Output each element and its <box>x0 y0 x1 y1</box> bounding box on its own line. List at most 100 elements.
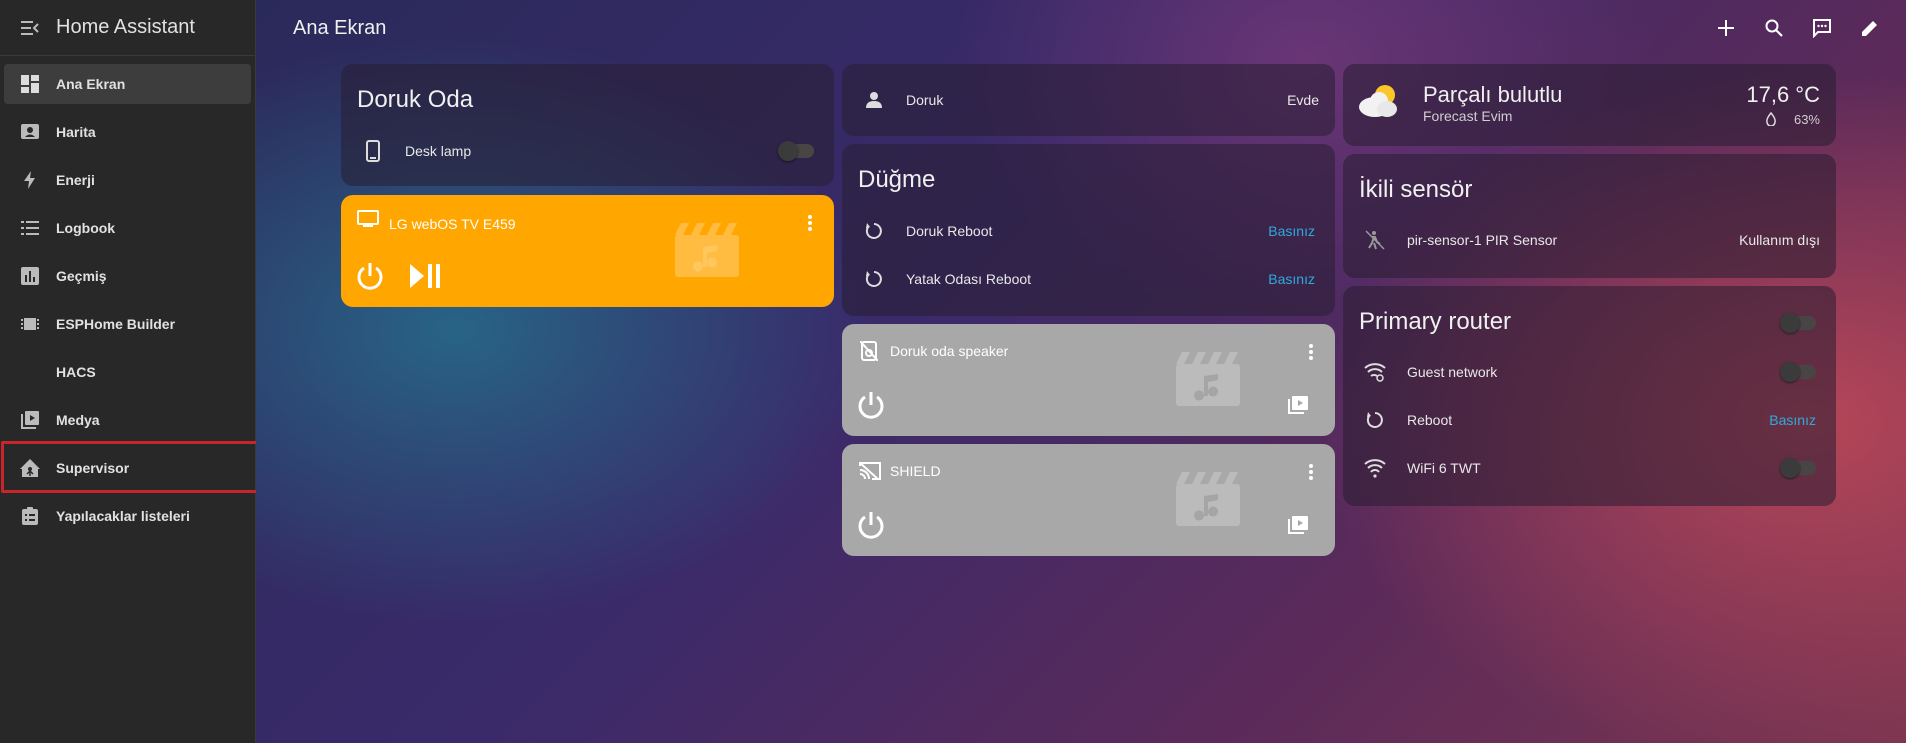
media-name: Doruk oda speaker <box>890 343 1009 359</box>
assist-icon[interactable] <box>1810 16 1834 40</box>
person-row[interactable]: Doruk Evde <box>842 80 1335 120</box>
sidebar-item-label: Enerji <box>56 172 95 188</box>
entity-row[interactable]: Desk lamp <box>341 131 834 171</box>
sensor-state: Kullanım dışı <box>1739 232 1820 248</box>
chart-icon <box>18 264 42 288</box>
card-doruk-oda: Doruk Oda Desk lamp <box>341 64 834 186</box>
wifi6-twt-toggle[interactable] <box>1780 458 1816 478</box>
router-row[interactable]: WiFi 6 TWT <box>1343 448 1836 488</box>
card-title: Primary router <box>1359 308 1512 335</box>
card-binary-sensor: İkili sensör pir-sensor-1 PIR Sensor Kul… <box>1343 154 1836 278</box>
card-dugme: Düğme Doruk Reboot Basınız Yatak Odası R… <box>842 144 1335 316</box>
more-icon[interactable] <box>1306 462 1316 482</box>
router-header-toggle[interactable] <box>1780 313 1816 333</box>
clipboard-list-icon <box>18 504 42 528</box>
add-icon[interactable] <box>1714 16 1738 40</box>
card-router: Primary router Guest network Reboot Bası… <box>1343 286 1836 506</box>
card-person: Doruk Evde <box>842 64 1335 136</box>
press-button[interactable]: Basınız <box>1268 223 1315 239</box>
sidebar-item-label: Medya <box>56 412 100 428</box>
main-area: Ana Ekran Doruk Oda Desk lamp LG webOS T… <box>256 0 1906 743</box>
person-name: Doruk <box>906 92 944 108</box>
button-label: Yatak Odası Reboot <box>906 271 1032 287</box>
more-icon[interactable] <box>1306 342 1316 362</box>
button-row: Yatak Odası Reboot Basınız <box>842 259 1335 299</box>
menu-icon[interactable] <box>20 18 40 38</box>
desk-lamp-toggle[interactable] <box>778 141 814 161</box>
humidity-icon <box>1766 111 1776 131</box>
browse-media-icon[interactable] <box>1286 514 1310 536</box>
cellphone-icon <box>361 139 385 163</box>
press-button[interactable]: Basınız <box>1769 412 1816 428</box>
sidebar-item-ana-ekran[interactable]: Ana Ekran <box>4 64 251 104</box>
speaker-off-icon <box>858 340 880 362</box>
media-name: LG webOS TV E459 <box>389 216 516 232</box>
media-artwork-icon <box>1176 472 1240 526</box>
button-row: Doruk Reboot Basınız <box>842 211 1335 251</box>
sidebar-item-medya[interactable]: Medya <box>4 400 251 440</box>
router-row[interactable]: Guest network <box>1343 352 1836 392</box>
top-actions <box>1714 0 1906 56</box>
router-row-label: Reboot <box>1407 412 1453 428</box>
play-pause-icon[interactable] <box>409 262 443 290</box>
dashboard-icon <box>18 72 42 96</box>
sidebar-item-label: Geçmiş <box>56 268 107 284</box>
wifi-icon <box>1363 456 1387 480</box>
app-title: Home Assistant <box>56 16 195 38</box>
press-button[interactable]: Basınız <box>1268 271 1315 287</box>
motion-sensor-off-icon <box>1363 228 1387 252</box>
sidebar-item-label: ESPHome Builder <box>56 316 176 332</box>
edit-icon[interactable] <box>1858 16 1882 40</box>
hacs-icon <box>18 360 42 384</box>
restart-icon <box>1363 408 1387 432</box>
cast-off-icon <box>858 460 882 482</box>
page-title: Ana Ekran <box>293 16 387 39</box>
entity-name: Desk lamp <box>405 143 472 159</box>
sidebar: Home Assistant Ana Ekran Harita Enerji L… <box>0 0 256 743</box>
card-title: Düğme <box>858 166 936 193</box>
media-artwork-icon <box>675 223 739 277</box>
sidebar-header: Home Assistant <box>0 0 255 56</box>
guest-network-toggle[interactable] <box>1780 362 1816 382</box>
chip-icon <box>18 312 42 336</box>
router-row-label: Guest network <box>1407 364 1498 380</box>
map-icon <box>18 120 42 144</box>
partly-cloudy-icon <box>1357 80 1401 120</box>
card-speaker: Doruk oda speaker <box>842 324 1335 436</box>
restart-icon <box>862 267 886 291</box>
sidebar-item-harita[interactable]: Harita <box>4 112 251 152</box>
card-lg-tv: LG webOS TV E459 <box>341 195 834 307</box>
sensor-row[interactable]: pir-sensor-1 PIR Sensor Kullanım dışı <box>1343 220 1836 260</box>
power-icon[interactable] <box>856 510 886 540</box>
weather-temperature: 17,6 °C <box>1746 82 1820 107</box>
lightning-icon <box>18 168 42 192</box>
power-icon[interactable] <box>355 261 385 291</box>
supervisor-highlight <box>1 441 275 493</box>
sidebar-item-hacs[interactable]: HACS <box>4 352 251 392</box>
router-row: Reboot Basınız <box>1343 400 1836 440</box>
sidebar-item-label: Ana Ekran <box>56 76 126 92</box>
restart-icon <box>862 219 886 243</box>
sidebar-item-logbook[interactable]: Logbook <box>4 208 251 248</box>
card-title: Doruk Oda <box>357 86 474 113</box>
sidebar-item-yapilacaklar[interactable]: Yapılacaklar listeleri <box>4 496 251 536</box>
button-label: Doruk Reboot <box>906 223 993 239</box>
person-state: Evde <box>1287 92 1319 108</box>
weather-condition: Parçalı bulutlu <box>1423 82 1563 107</box>
sidebar-item-label: Logbook <box>56 220 116 236</box>
sidebar-item-enerji[interactable]: Enerji <box>4 160 251 200</box>
browse-media-icon[interactable] <box>1286 394 1310 416</box>
wifi-guest-icon <box>1363 360 1387 384</box>
tv-icon <box>357 209 379 229</box>
list-icon <box>18 216 42 240</box>
sidebar-item-label: Harita <box>56 124 96 140</box>
sensor-name: pir-sensor-1 PIR Sensor <box>1407 232 1558 248</box>
media-name: SHIELD <box>890 463 941 479</box>
sidebar-item-esphome[interactable]: ESPHome Builder <box>4 304 251 344</box>
sidebar-item-gecmis[interactable]: Geçmiş <box>4 256 251 296</box>
power-icon[interactable] <box>856 390 886 420</box>
media-artwork-icon <box>1176 352 1240 406</box>
more-icon[interactable] <box>805 213 815 233</box>
card-weather[interactable]: Parçalı bulutlu Forecast Evim 17,6 °C 63… <box>1343 64 1836 146</box>
search-icon[interactable] <box>1762 16 1786 40</box>
